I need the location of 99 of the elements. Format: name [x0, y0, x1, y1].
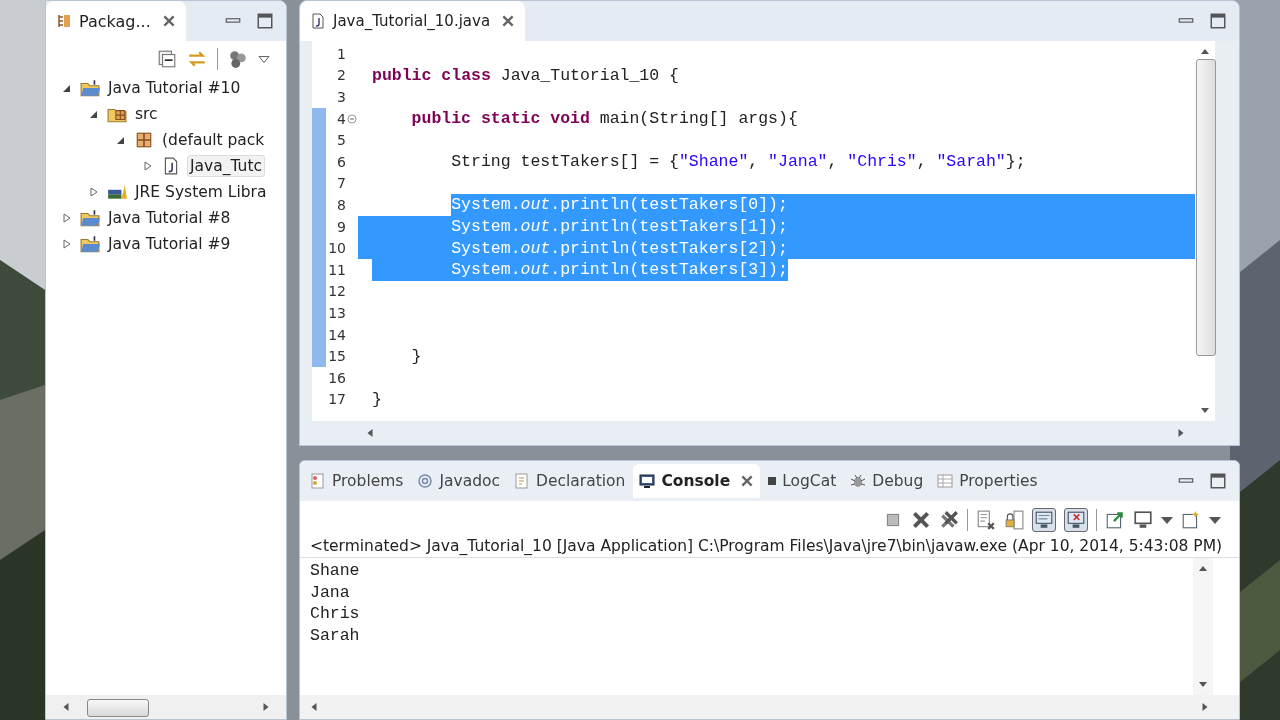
code-line: System.out.println(testTakers[1]); — [450, 217, 788, 237]
remove-all-icon[interactable] — [939, 510, 959, 530]
collapsed-arrow-icon[interactable] — [89, 187, 99, 197]
line-number: 9 — [336, 218, 346, 235]
scroll-right-icon[interactable] — [1176, 428, 1185, 438]
line-number: 11 — [327, 261, 346, 278]
expanded-arrow-icon[interactable] — [116, 135, 126, 145]
scroll-left-icon[interactable] — [366, 428, 375, 438]
tree-item[interactable]: Java Tutorial #10 — [106, 78, 243, 98]
code-line: public class Java_Tutorial_10 { — [372, 65, 679, 85]
display-console-icon[interactable] — [1133, 510, 1153, 530]
table-icon — [937, 473, 954, 489]
dropdown-icon[interactable] — [258, 54, 270, 64]
square-icon — [768, 477, 777, 485]
line-number: 7 — [336, 175, 346, 192]
bug-icon — [850, 473, 867, 489]
new-console-icon[interactable] — [1181, 510, 1201, 530]
scroll-lock-icon[interactable] — [1004, 510, 1024, 530]
editor-tab[interactable]: Java_Tutorial_10.java — [300, 1, 526, 41]
code-line: String testTakers[] = {"Shane", "Jana", "Chris", "Sarah"}; — [450, 152, 1026, 172]
collapsed-arrow-icon[interactable] — [143, 161, 153, 171]
view-tab[interactable]: Console — [633, 464, 761, 498]
tree-item[interactable]: Java Tutorial #9 — [106, 234, 233, 254]
console-output-line: Chris — [310, 603, 361, 626]
java-file-icon — [310, 13, 326, 29]
line-number: 1 — [336, 45, 346, 62]
view-tab[interactable]: LogCat — [762, 464, 843, 498]
close-icon[interactable] — [501, 14, 516, 28]
package-explorer-tab[interactable]: Packag... — [46, 1, 186, 41]
line-number: 12 — [327, 283, 346, 300]
line-number: 6 — [336, 153, 346, 170]
line-number: 4 — [336, 110, 346, 127]
expanded-arrow-icon[interactable] — [62, 83, 72, 93]
line-number: 13 — [327, 304, 346, 321]
maximize-icon[interactable] — [1209, 472, 1227, 490]
line-number: 16 — [327, 369, 346, 386]
tree-item[interactable]: Java Tutorial #8 — [106, 208, 233, 228]
code-line: } — [372, 389, 382, 409]
scroll-down-icon[interactable] — [1200, 407, 1210, 415]
circles-icon[interactable] — [228, 49, 248, 69]
tree-item[interactable]: Java_Tutc — [187, 155, 266, 177]
clear-console-icon[interactable] — [976, 510, 996, 530]
tree-item[interactable]: src — [133, 104, 160, 124]
scroll-left-icon[interactable] — [62, 702, 71, 712]
view-tab[interactable]: Javadoc — [411, 464, 507, 498]
console-output-line: Shane — [310, 560, 361, 582]
scroll-right-icon[interactable] — [261, 702, 270, 712]
code-line: } — [410, 346, 422, 366]
package-icon — [134, 131, 154, 149]
dropdown-icon[interactable] — [1161, 515, 1173, 525]
scrollbar-thumb[interactable] — [1196, 59, 1216, 356]
close-icon[interactable] — [740, 474, 755, 488]
expanded-arrow-icon[interactable] — [89, 109, 99, 119]
declaration-icon — [514, 473, 531, 489]
at-sign-icon — [417, 473, 434, 489]
collapsed-arrow-icon[interactable] — [62, 213, 72, 223]
project-folder-icon — [80, 79, 100, 97]
dropdown-icon[interactable] — [1209, 515, 1221, 525]
monitor-icon — [639, 473, 656, 489]
remove-icon[interactable] — [911, 510, 931, 530]
project-folder-icon — [80, 235, 100, 253]
scroll-up-icon[interactable] — [1200, 47, 1210, 55]
line-number: 8 — [336, 196, 346, 213]
scroll-right-icon[interactable] — [1200, 702, 1209, 712]
line-number: 15 — [327, 348, 346, 365]
close-icon[interactable] — [161, 14, 176, 28]
project-folder-icon — [80, 209, 100, 227]
maximize-icon[interactable] — [1209, 12, 1227, 30]
code-line: System.out.println(testTakers[2]); — [450, 238, 788, 258]
problems-icon — [310, 473, 326, 489]
line-number: 17 — [327, 391, 346, 408]
console-output-line: Jana — [310, 581, 351, 604]
pin-icon[interactable] — [1105, 510, 1125, 530]
view-tab[interactable]: Declaration — [508, 464, 632, 498]
collapsed-arrow-icon[interactable] — [62, 239, 72, 249]
tree-item[interactable]: (default pack — [160, 130, 267, 150]
view-tab[interactable]: Properties — [931, 464, 1044, 498]
line-number: 14 — [327, 326, 346, 343]
scroll-left-icon[interactable] — [310, 702, 319, 712]
view-tab[interactable]: Debug — [844, 464, 930, 498]
books-icon — [107, 183, 127, 201]
hierarchy-icon — [56, 13, 72, 29]
line-number: 10 — [327, 240, 346, 257]
line-number: 2 — [336, 67, 346, 84]
code-line: public static void main(String[] args){ — [410, 109, 798, 129]
scroll-up-icon[interactable] — [1198, 564, 1208, 572]
tree-item[interactable]: JRE System Libra — [133, 182, 269, 202]
console-output-line: Sarah — [310, 625, 361, 647]
console-status: <terminated> Java_Tutorial_10 [Java Application] C:\Program Files\Java\jre7\bin\javaw.exe (Apr 10, 2014, 5:43:08 PM) — [300, 535, 1239, 558]
pin-output-icon[interactable] — [1032, 508, 1056, 532]
line-number: 3 — [336, 89, 346, 105]
view-tab[interactable]: Problems — [304, 464, 410, 498]
maximize-icon[interactable] — [256, 12, 274, 30]
collapse-all-icon[interactable] — [157, 49, 177, 69]
fold-icon[interactable] — [347, 113, 357, 124]
scroll-down-icon[interactable] — [1198, 681, 1208, 689]
scrollbar-thumb[interactable] — [87, 699, 149, 717]
error-output-icon[interactable] — [1064, 508, 1088, 532]
line-number: 5 — [336, 132, 346, 149]
